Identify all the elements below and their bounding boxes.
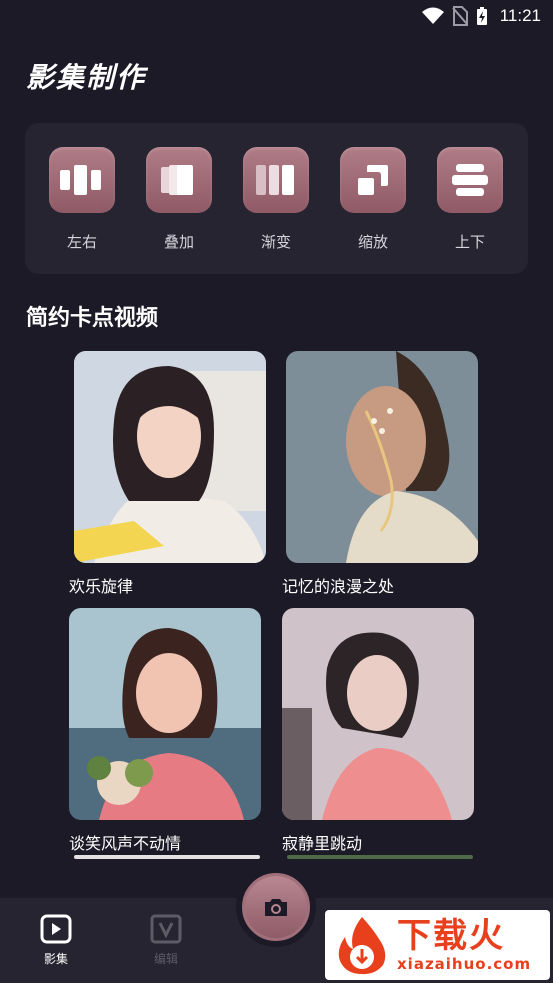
template-thumbnail[interactable] bbox=[74, 351, 266, 563]
template-title: 记忆的浪漫之处 bbox=[282, 577, 395, 596]
effect-label: 左右 bbox=[66, 233, 97, 251]
effect-label: 叠加 bbox=[163, 233, 194, 251]
template-card[interactable]: 记忆的浪漫之处 bbox=[282, 351, 478, 597]
effect-zoom[interactable]: 缩放 bbox=[340, 147, 406, 252]
left-right-icon bbox=[60, 165, 101, 195]
template-card-partial bbox=[287, 855, 473, 859]
effect-left-right-button[interactable] bbox=[49, 147, 115, 213]
status-time: 11:21 bbox=[499, 6, 541, 25]
camera-button-inner[interactable] bbox=[245, 876, 307, 938]
effect-label: 上下 bbox=[454, 233, 485, 251]
portrait-photo bbox=[69, 608, 261, 820]
no-sim-icon bbox=[451, 6, 468, 26]
portrait-photo bbox=[282, 608, 474, 820]
effect-zoom-button[interactable] bbox=[340, 147, 406, 213]
template-title: 谈笑风声不动情 bbox=[69, 834, 182, 853]
up-down-icon bbox=[452, 164, 488, 196]
template-card[interactable]: 寂静里跳动 bbox=[282, 608, 474, 854]
nav-label: 影集 bbox=[43, 952, 68, 966]
template-card[interactable]: 欢乐旋律 bbox=[69, 351, 266, 597]
effect-gradient-button[interactable] bbox=[243, 147, 309, 213]
effect-overlay-button[interactable] bbox=[146, 147, 212, 213]
effect-label: 渐变 bbox=[260, 233, 291, 251]
camera-button[interactable] bbox=[236, 867, 316, 947]
watermark-url: xiazaihuo.com bbox=[397, 955, 532, 973]
effect-label: 缩放 bbox=[357, 233, 388, 251]
zoom-icon bbox=[358, 165, 388, 195]
watermark-title: 下载火 bbox=[397, 916, 505, 956]
nav-item-album[interactable]: 影集 bbox=[26, 914, 86, 967]
gradient-icon bbox=[256, 165, 294, 195]
template-thumbnail[interactable] bbox=[286, 351, 478, 563]
template-card[interactable]: 谈笑风声不动情 bbox=[69, 608, 261, 854]
effect-up-down[interactable]: 上下 bbox=[437, 147, 503, 252]
camera-icon bbox=[265, 899, 287, 916]
wifi-icon bbox=[421, 7, 444, 24]
nav-label: 编辑 bbox=[153, 952, 178, 966]
nav-item-edit[interactable]: 编辑 bbox=[136, 914, 196, 967]
template-title: 寂静里跳动 bbox=[282, 834, 363, 853]
effect-left-right[interactable]: 左右 bbox=[49, 147, 115, 252]
effect-up-down-button[interactable] bbox=[437, 147, 503, 213]
edit-v-icon bbox=[150, 914, 182, 944]
effect-overlay[interactable]: 叠加 bbox=[146, 147, 212, 252]
section-title: 简约卡点视频 bbox=[26, 306, 159, 331]
portrait-photo bbox=[74, 351, 266, 563]
effect-gradient[interactable]: 渐变 bbox=[243, 147, 309, 252]
portrait-photo bbox=[286, 351, 478, 563]
template-card-partial bbox=[74, 855, 260, 859]
effects-panel: 左右 叠加 渐变 缩放 上下 bbox=[25, 123, 528, 274]
battery-charging-icon bbox=[476, 7, 487, 25]
page-title: 影集制作 bbox=[26, 61, 147, 94]
template-thumbnail[interactable] bbox=[282, 608, 474, 820]
status-bar: 11:21 bbox=[0, 0, 553, 32]
album-play-icon bbox=[40, 914, 72, 944]
template-thumbnail[interactable] bbox=[69, 608, 261, 820]
template-title: 欢乐旋律 bbox=[69, 577, 134, 596]
watermark-logo: 下载火 xiazaihuo.com bbox=[325, 910, 550, 980]
fire-logo-icon bbox=[338, 917, 386, 975]
overlay-icon bbox=[161, 165, 193, 195]
